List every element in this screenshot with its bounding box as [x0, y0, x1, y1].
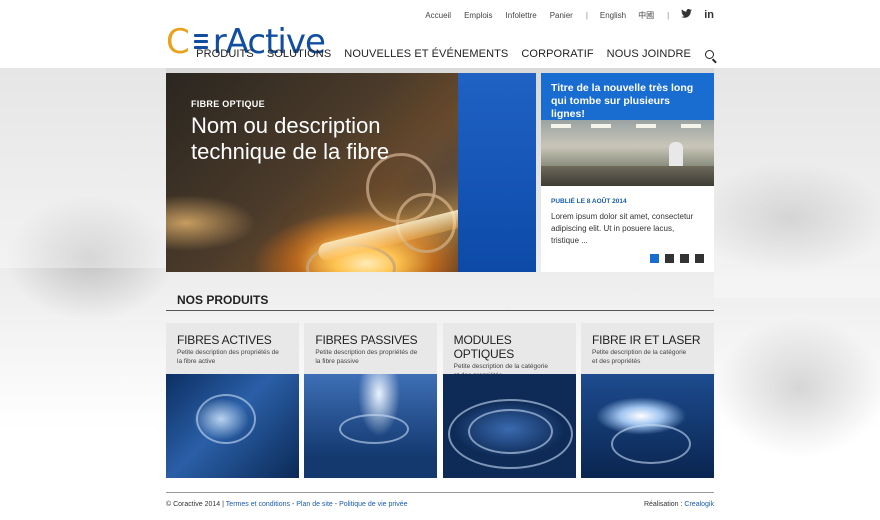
- twitter-icon[interactable]: [681, 9, 693, 21]
- utility-link-infolettre[interactable]: Infolettre: [506, 11, 537, 20]
- product-card-modules-optiques[interactable]: MODULES OPTIQUES Petite description de l…: [442, 323, 576, 478]
- photo-lamp: [551, 124, 571, 128]
- utility-link-panier[interactable]: Panier: [550, 11, 573, 20]
- photo-lamp: [636, 124, 656, 128]
- products-heading: NOS PRODUITS: [177, 293, 269, 307]
- product-image: [580, 374, 714, 478]
- linkedin-icon[interactable]: in: [704, 9, 714, 21]
- nav-item-nous-joindre[interactable]: NOUS JOINDRE: [607, 48, 691, 60]
- hero-title: Nom ou description technique de la fibre: [191, 113, 390, 164]
- news-date: PUBLIÉ LE 8 AOÛT 2014: [551, 198, 627, 205]
- language-english[interactable]: English: [600, 11, 626, 20]
- carousel-dot-4[interactable]: [695, 254, 704, 263]
- product-description: Petite description des propriétés de la f…: [315, 349, 418, 365]
- news-photo[interactable]: [541, 120, 714, 186]
- footer-separator: |: [222, 501, 224, 508]
- copyright: © Coractive 2014: [166, 501, 221, 508]
- product-title: FIBRE IR ET LASER: [591, 333, 701, 347]
- footer-credit: Réalisation : Crealogik: [644, 501, 714, 508]
- language-chinese[interactable]: 中國: [638, 10, 654, 21]
- photo-lamp: [681, 124, 701, 128]
- news-headline[interactable]: Titre de la nouvelle très long qui tombe…: [541, 73, 714, 120]
- carousel-dot-1[interactable]: [650, 254, 659, 263]
- privacy-link[interactable]: Politique de vie privée: [339, 501, 408, 508]
- divider: |: [585, 10, 588, 20]
- utility-link-emplois[interactable]: Emplois: [464, 11, 492, 20]
- search-icon[interactable]: [705, 49, 714, 59]
- carousel-pager: [644, 254, 704, 263]
- product-description: Petite description des propriétés de la f…: [177, 349, 279, 365]
- news-card: Titre de la nouvelle très long qui tombe…: [541, 73, 714, 272]
- nav-item-produits[interactable]: PRODUITS: [196, 48, 254, 60]
- photo-lamp: [591, 124, 611, 128]
- credit-link[interactable]: Crealogik: [684, 501, 714, 508]
- photo-bench: [541, 166, 714, 186]
- carousel-dot-3[interactable]: [680, 254, 689, 263]
- news-excerpt: Lorem ipsum dolor sit amet, consectetur …: [551, 212, 694, 245]
- nav-item-nouvelles[interactable]: NOUVELLES ET ÉVÉNEMENTS: [344, 48, 508, 60]
- sitemap-link[interactable]: Plan de site: [296, 501, 333, 508]
- product-title: FIBRES PASSIVES: [315, 333, 418, 347]
- product-title: MODULES OPTIQUES: [453, 333, 515, 361]
- product-description: Petite description de la catégorieet des…: [591, 349, 687, 365]
- footer-divider: [166, 492, 714, 493]
- footer-legal: © Coractive 2014 | Termes et conditions …: [166, 501, 408, 508]
- hero-kicker: FIBRE OPTIQUE: [191, 99, 265, 109]
- nav-item-solutions[interactable]: SOLUTIONS: [267, 48, 331, 60]
- nav-item-corporatif[interactable]: CORPORATIF: [521, 48, 593, 60]
- background-block: [0, 68, 166, 268]
- utility-nav: Accueil Emplois Infolettre Panier | Engl…: [412, 9, 714, 21]
- product-image: [442, 374, 576, 478]
- divider: |: [667, 10, 670, 20]
- product-cards: FIBRES ACTIVES Petite description des pr…: [166, 323, 714, 478]
- hero-blue-panel: [458, 73, 536, 272]
- carousel-dot-2[interactable]: [665, 254, 674, 263]
- products-divider: [166, 310, 714, 311]
- background-block: [714, 68, 880, 298]
- product-image: [304, 374, 438, 478]
- product-card-fibre-ir-laser[interactable]: FIBRE IR ET LASER Petite description de …: [580, 323, 714, 478]
- utility-link-accueil[interactable]: Accueil: [425, 11, 451, 20]
- product-title: FIBRES ACTIVES: [177, 333, 272, 347]
- product-card-fibres-actives[interactable]: FIBRES ACTIVES Petite description des pr…: [166, 323, 299, 478]
- product-image: [166, 374, 299, 478]
- main-nav: PRODUITS SOLUTIONS NOUVELLES ET ÉVÉNEMEN…: [183, 48, 714, 60]
- product-card-fibres-passives[interactable]: FIBRES PASSIVES Petite description des p…: [304, 323, 438, 478]
- terms-link[interactable]: Termes et conditions: [226, 501, 290, 508]
- credit-label: Réalisation :: [643, 501, 683, 508]
- hero-banner[interactable]: FIBRE OPTIQUE Nom ou description techniq…: [166, 73, 536, 272]
